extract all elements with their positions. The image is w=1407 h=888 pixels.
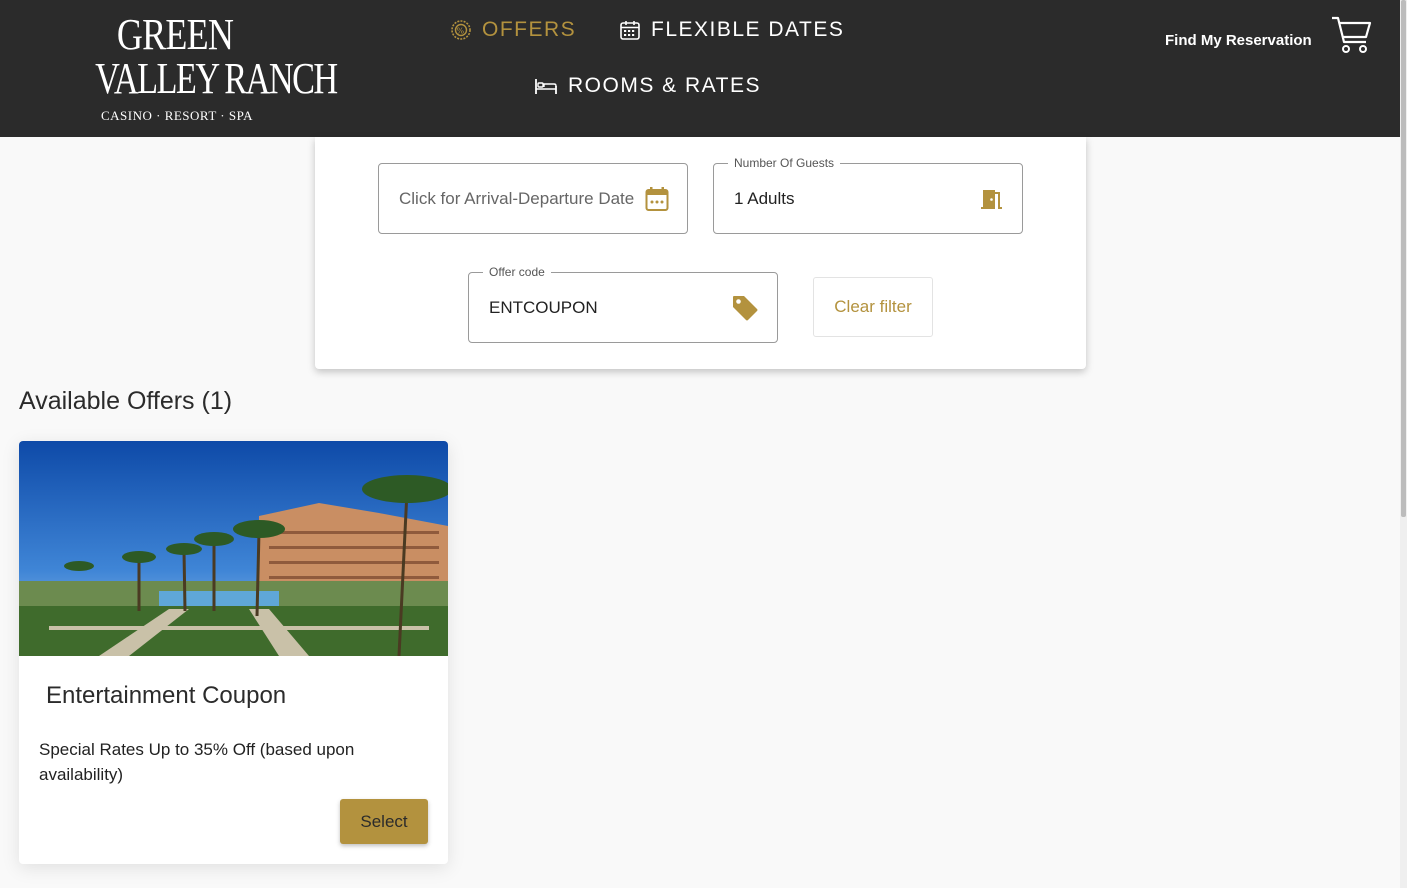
brand-logo[interactable]: GREEN VALLEY RANCH CASINO · RESORT · SPA (72, 10, 338, 124)
offer-title: Entertainment Coupon (46, 682, 287, 709)
brand-tagline: CASINO · RESORT · SPA (100, 108, 254, 123)
nav-rooms-rates[interactable]: ROOMS & RATES (534, 74, 761, 98)
offer-description: Special Rates Up to 35% Off (based upon … (39, 740, 355, 784)
svg-text:%: % (456, 27, 465, 36)
bed-icon (535, 79, 557, 94)
cart-button[interactable] (1330, 14, 1374, 61)
search-panel: Click for Arrival-Departure Date Number … (315, 137, 1086, 369)
offer-code-value: ENTCOUPON (489, 297, 598, 317)
nav-flexible-dates-label: FLEXIBLE DATES (651, 18, 845, 41)
offer-image (19, 441, 448, 656)
scrollbar-thumb[interactable] (1401, 0, 1406, 517)
select-offer-button[interactable]: Select (340, 799, 428, 844)
calendar-icon (645, 186, 669, 211)
offer-code-label: Offer code (483, 265, 551, 279)
offer-code-field[interactable]: Offer code ENTCOUPON (468, 265, 778, 343)
date-range-field[interactable]: Click for Arrival-Departure Date (378, 163, 688, 234)
brand-line-1: GREEN (116, 10, 234, 59)
site-header: GREEN VALLEY RANCH CASINO · RESORT · SPA… (0, 0, 1400, 137)
clear-filter-button[interactable]: Clear filter (813, 277, 933, 337)
guests-field[interactable]: Number Of Guests 1 Adults (713, 156, 1023, 234)
guests-label: Number Of Guests (728, 156, 841, 170)
available-offers-heading: Available Offers (1) (19, 387, 233, 415)
nav-offers[interactable]: % OFFERS (450, 18, 576, 42)
door-icon (981, 189, 1002, 209)
shopping-cart-icon (1332, 16, 1372, 53)
offer-card: Entertainment Coupon Special Rates Up to… (19, 441, 448, 864)
offers-badge-icon: % (451, 20, 471, 40)
find-my-reservation-link[interactable]: Find My Reservation (1165, 32, 1312, 49)
date-range-placeholder: Click for Arrival-Departure Date (399, 188, 635, 208)
guests-value: 1 Adults (734, 188, 795, 208)
brand-line-2: VALLEY RANCH (95, 54, 338, 103)
page-scrollbar[interactable] (1400, 0, 1407, 888)
calendar-grid-icon (620, 21, 640, 40)
nav-offers-label: OFFERS (482, 18, 577, 41)
tag-icon (733, 295, 758, 320)
nav-flexible-dates[interactable]: FLEXIBLE DATES (619, 18, 844, 42)
nav-rooms-rates-label: ROOMS & RATES (568, 74, 761, 97)
